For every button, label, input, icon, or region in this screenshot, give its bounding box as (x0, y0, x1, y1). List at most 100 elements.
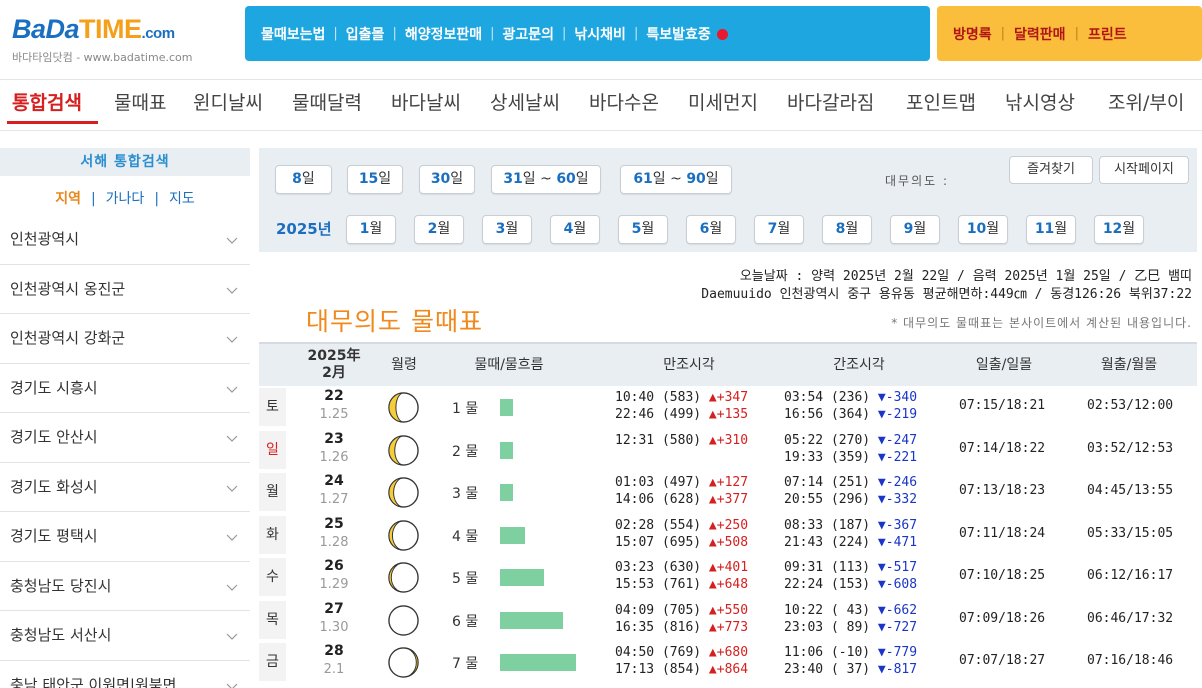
print-link[interactable]: 프린트 (1082, 24, 1133, 44)
month-button[interactable]: 5월 (618, 215, 668, 244)
sidebar-item-label: 인천광역시 강화군 (10, 329, 126, 347)
range-button[interactable]: 15일 (347, 165, 403, 194)
range-button[interactable]: 61일 ~ 90일 (620, 165, 732, 194)
tide-number: 1 물 (452, 401, 479, 417)
tab-alphabetical[interactable]: 가나다 (106, 191, 145, 207)
menu-sea-weather[interactable]: 바다날씨 (391, 88, 461, 115)
tide-diff: -340 (885, 390, 918, 405)
tide-time: 20:55 (296) (784, 492, 871, 507)
tide-flow-bar (500, 441, 513, 459)
sidebar-item[interactable]: 인천광역시 (0, 215, 250, 265)
tab-map[interactable]: 지도 (169, 191, 195, 207)
tide-diff: -817 (885, 662, 918, 677)
tide-time: 21:43 (224) (784, 534, 871, 550)
sidebar-item[interactable]: 경기도 평택시 (0, 512, 250, 562)
menu-integrated-search[interactable]: 통합검색 (12, 88, 82, 115)
set-homepage-button[interactable]: 시작페이지 (1099, 156, 1189, 184)
range-num: 60 (556, 171, 576, 187)
top-nav-item[interactable]: 입출몰 (340, 24, 391, 44)
month-button[interactable]: 11월 (1026, 215, 1076, 244)
range-button[interactable]: 30일 (419, 165, 475, 194)
month-button[interactable]: 2월 (414, 215, 464, 244)
tab-region[interactable]: 지역 (55, 191, 81, 207)
separator: | (1074, 26, 1079, 41)
sidebar-item[interactable]: 경기도 시흥시 (0, 363, 250, 413)
day-of-week: 일 (259, 430, 286, 469)
tide-diff: -471 (885, 534, 918, 550)
tide-line: 05:22 (270) ▼-247 (784, 432, 917, 449)
up-arrow-icon: ▲ (701, 577, 717, 592)
top-nav-item-alert[interactable]: 특보발효중 (640, 24, 733, 44)
month-button[interactable]: 12월 (1094, 215, 1144, 244)
top-nav-item[interactable]: 낚시채비 (568, 24, 632, 44)
tide-time: 16:35 (816) (615, 619, 702, 635)
sidebar-item[interactable]: 충남 태안군 이원면|원북면 (0, 660, 250, 688)
table-row: 일 23 1.26 2 물 12:31 (580) ▲+310 05:22 (270) … (259, 429, 1197, 472)
sunrise-sunset: 07:09/18:26 (959, 610, 1046, 626)
month-button[interactable]: 6월 (686, 215, 736, 244)
chevron-down-icon (226, 435, 238, 442)
tide-time: 15:53 (761) (615, 577, 702, 592)
top-nav-item[interactable]: 해양정보판매 (399, 24, 488, 44)
month-button[interactable]: 4월 (550, 215, 600, 244)
sidebar-item[interactable]: 경기도 안산시 (0, 413, 250, 463)
tide-time: 04:09 (705) (615, 602, 702, 618)
month-button[interactable]: 10월 (958, 215, 1008, 244)
menu-fishing-video[interactable]: 낚시영상 (1005, 88, 1075, 115)
month-button[interactable]: 7월 (754, 215, 804, 244)
down-arrow-icon: ▼ (870, 619, 886, 635)
month-button[interactable]: 9월 (890, 215, 940, 244)
top-nav-item[interactable]: 물때보는법 (255, 24, 331, 44)
calendar-sale-link[interactable]: 달력판매 (1008, 24, 1072, 44)
sidebar-item[interactable]: 인천광역시 강화군 (0, 314, 250, 364)
bookmark-button[interactable]: 즐겨찾기 (1009, 156, 1093, 184)
up-arrow-icon: ▲ (701, 560, 717, 575)
range-button[interactable]: 8일 (275, 165, 332, 194)
menu-tide-buoy[interactable]: 조위/부이 (1108, 88, 1184, 115)
down-arrow-icon: ▼ (870, 602, 886, 618)
menu-windy-weather[interactable]: 윈디날씨 (193, 88, 263, 115)
range-button[interactable]: 31일 ~ 60일 (491, 165, 601, 194)
low-tide-times: 09:31 (113) ▼-517 22:24 (153) ▼-608 (784, 559, 917, 593)
sidebar-item[interactable]: 인천광역시 옹진군 (0, 264, 250, 314)
today-date: 오늘날짜 : 양력 2025년 2월 22일 / 음력 2025년 1월 25일… (739, 269, 1192, 284)
tide-line: 09:31 (113) ▼-517 (784, 559, 917, 576)
chevron-down-icon (226, 534, 238, 541)
month-num: 10 (966, 221, 987, 237)
tide-time: 23:03 ( 89) (784, 619, 871, 635)
month-num: 1 (359, 221, 370, 237)
guestbook-link[interactable]: 방명록 (947, 24, 998, 44)
chevron-down-icon (226, 386, 238, 393)
menu-point-map[interactable]: 포인트맵 (906, 88, 976, 115)
menu-detail-weather[interactable]: 상세날씨 (490, 88, 560, 115)
sidebar-item[interactable]: 충청남도 서산시 (0, 611, 250, 661)
month-unit: 월 (1122, 221, 1136, 237)
separator: | (90, 191, 96, 207)
tide-line: 04:50 (769) ▲+680 (615, 644, 748, 661)
header-sunrise-sunset: 일출/일몰 (975, 357, 1033, 373)
top-nav-item[interactable]: 광고문의 (497, 24, 561, 44)
header-tide-flow: 물때/물흐름 (474, 357, 544, 373)
menu-tide-table[interactable]: 물때표 (114, 88, 166, 115)
tide-time: 04:50 (769) (615, 645, 702, 660)
month-button[interactable]: 1월 (346, 215, 396, 244)
menu-sea-parting[interactable]: 바다갈라짐 (787, 88, 874, 115)
high-tide-times: 10:40 (583) ▲+347 22:46 (499) ▲+135 (615, 389, 748, 423)
sidebar-item[interactable]: 경기도 화성시 (0, 462, 250, 512)
menu-sea-temp[interactable]: 바다수온 (589, 88, 659, 115)
site-logo[interactable]: BaDaTIME.com 바다타임닷컴 - www.badatime.com (12, 14, 232, 64)
solar-day: 26 (324, 558, 344, 574)
low-tide-times: 11:06 (-10) ▼-779 23:40 ( 37) ▼-817 (784, 644, 917, 678)
solar-day: 28 (324, 643, 344, 659)
solar-day: 22 (324, 388, 344, 404)
sunrise-sunset: 07:11/18:24 (959, 525, 1046, 541)
menu-fine-dust[interactable]: 미세먼지 (688, 88, 758, 115)
tide-time: 12:31 (580) (615, 432, 702, 448)
header-month: 2月 (322, 365, 346, 381)
up-arrow-icon: ▲ (701, 390, 717, 405)
month-button[interactable]: 3월 (482, 215, 532, 244)
month-button[interactable]: 8월 (822, 215, 872, 244)
down-arrow-icon: ▼ (870, 407, 886, 422)
sidebar-item[interactable]: 충청남도 당진시 (0, 561, 250, 611)
menu-tide-calendar[interactable]: 물때달력 (292, 88, 362, 115)
